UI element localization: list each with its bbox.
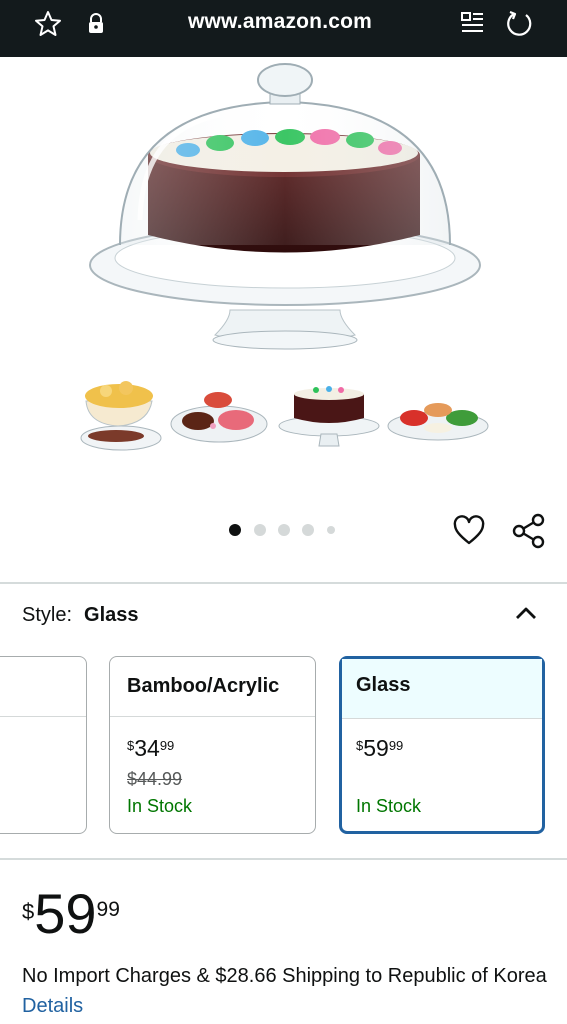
heart-icon[interactable] (453, 515, 485, 547)
style-option-card[interactable]: Bamboo/Acrylic $3499 $44.99 In Stock (109, 656, 316, 834)
thumbnail-veggie-tray[interactable] (386, 376, 490, 456)
carousel-dot[interactable] (229, 524, 241, 536)
style-option-card-selected[interactable]: Glass $5999 In Stock (339, 656, 545, 834)
product-image[interactable] (80, 60, 490, 360)
style-label: Style: (22, 604, 73, 626)
chevron-up-icon[interactable] (513, 603, 539, 623)
section-divider (0, 858, 567, 860)
thumbnail-popcorn-bowl[interactable] (76, 376, 166, 456)
thumbnail-snack-platter[interactable] (168, 376, 270, 456)
product-price: $5999 (22, 882, 120, 945)
share-icon[interactable] (512, 513, 546, 549)
style-option-price: $3499 (127, 735, 175, 761)
style-selector-header[interactable]: Style: Glass (22, 604, 139, 627)
browser-toolbar: www.amazon.com (0, 0, 567, 57)
style-option-stock: In Stock (356, 796, 422, 816)
shipping-details-link[interactable]: Details (22, 995, 83, 1017)
style-option-name: Bamboo/Acrylic (110, 657, 315, 717)
reload-icon[interactable] (504, 8, 534, 38)
style-option-card[interactable] (0, 656, 87, 834)
lock-icon (89, 13, 103, 33)
style-option-name: Glass (342, 659, 542, 719)
reader-mode-icon[interactable] (458, 10, 486, 36)
style-option-list-price: $44.99 (127, 769, 183, 789)
carousel-dot[interactable] (254, 524, 266, 536)
section-divider (0, 582, 567, 584)
style-value: Glass (84, 604, 139, 626)
style-option-stock: In Stock (127, 796, 193, 816)
thumbnail-strip (76, 376, 496, 456)
shipping-text: No Import Charges & $28.66 Shipping to R… (22, 965, 547, 987)
carousel-dot[interactable] (302, 524, 314, 536)
thumbnail-cake-stand[interactable] (276, 376, 382, 456)
carousel-dot[interactable] (327, 526, 335, 534)
shipping-info: No Import Charges & $28.66 Shipping to R… (22, 961, 552, 1021)
url-bar[interactable]: www.amazon.com (150, 10, 410, 34)
star-icon[interactable] (33, 9, 63, 39)
carousel-dot[interactable] (278, 524, 290, 536)
style-option-name (0, 657, 86, 717)
style-option-price: $5999 (356, 735, 404, 761)
